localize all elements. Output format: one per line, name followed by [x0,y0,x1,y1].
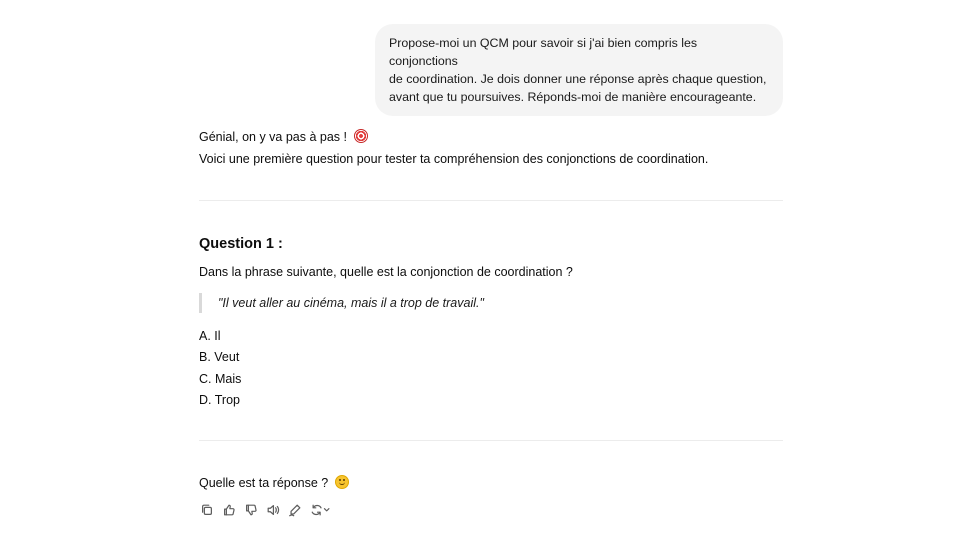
quoted-sentence: "Il veut aller au cinéma, mais il a trop… [199,293,484,313]
closing-line: Quelle est ta réponse ? [199,474,349,492]
user-message-bubble: Propose-moi un QCM pour savoir si j'ai b… [375,24,783,116]
answer-option-b: B. Veut [199,350,240,364]
smiling-face-emoji-icon [334,475,349,489]
thumbs-down-icon[interactable] [243,502,259,518]
assistant-intro-text: Génial, on y va pas à pas ! [199,130,348,144]
section-divider [199,200,783,201]
closing-text: Quelle est ta réponse ? [199,476,329,490]
section-divider [199,440,783,441]
answer-option-c: C. Mais [199,372,242,386]
regenerate-icon[interactable] [309,502,333,518]
answer-option-d: D. Trop [199,393,240,407]
user-message-line: de coordination. Je dois donner une répo… [389,72,767,86]
user-message-line: avant que tu poursuives. Réponds-moi de … [389,90,757,104]
read-aloud-icon[interactable] [265,502,281,518]
direct-hit-emoji-icon [353,129,368,143]
thumbs-up-icon[interactable] [221,502,237,518]
answer-option-a: A. Il [199,329,221,343]
edit-canvas-icon[interactable] [287,502,303,518]
question-heading: Question 1 : [199,236,283,252]
copy-icon[interactable] [199,502,215,518]
assistant-intro-line-2: Voici une première question pour tester … [199,152,709,166]
message-action-bar [199,502,339,518]
question-text: Dans la phrase suivante, quelle est la c… [199,265,573,279]
user-message-line: Propose-moi un QCM pour savoir si j'ai b… [389,36,698,68]
assistant-intro-line: Génial, on y va pas à pas ! [199,128,368,146]
